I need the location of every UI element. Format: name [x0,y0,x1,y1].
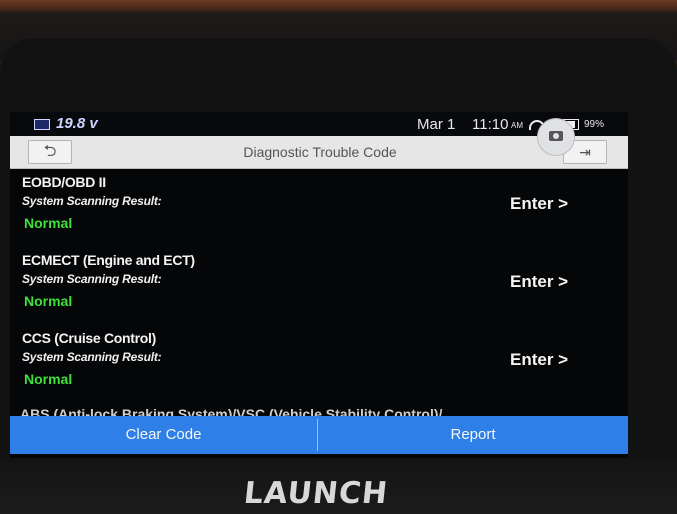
action-bar: Clear Code Report [10,416,628,454]
system-name: EOBD/OBD II [22,174,106,190]
scan-result-label: System Scanning Result: [22,194,162,208]
screenshot-camera-button[interactable] [537,118,575,156]
list-item: CCS (Cruise Control) System Scanning Res… [10,328,628,406]
scan-result-status: Normal [24,215,73,231]
enter-button[interactable]: Enter > [510,350,568,370]
exit-icon: ⇥ [579,144,591,160]
back-arrow-icon: ⮌ [43,143,57,160]
brand-logo: LAUNCH [242,476,390,511]
scan-result-status: Normal [24,371,73,387]
page-title: Diagnostic Trouble Code [243,144,397,160]
status-time: 11:10 [472,116,509,133]
enter-button[interactable]: Enter > [510,272,568,292]
title-bar: ⮌ Diagnostic Trouble Code ⇥ [10,136,628,169]
status-date: Mar 1 [417,116,456,133]
status-bar: 19.8 v Mar 1 11:10 AM 99% [10,112,628,136]
scan-result-status: Normal [24,293,73,309]
battery-percent: 99% [584,119,605,130]
system-name: ECMECT (Engine and ECT) [22,252,195,268]
report-button[interactable]: Report [318,416,628,454]
camera-icon [549,131,563,141]
tablet-screen: 19.8 v Mar 1 11:10 AM 99% ⮌ Diagnostic T… [10,112,628,458]
clear-code-button[interactable]: Clear Code [10,416,317,454]
back-button[interactable]: ⮌ [28,140,72,164]
list-item: EOBD/OBD II System Scanning Result: Norm… [10,172,628,250]
enter-button[interactable]: Enter > [510,194,568,214]
scan-result-label: System Scanning Result: [22,350,162,364]
system-list: EOBD/OBD II System Scanning Result: Norm… [10,168,628,428]
list-item: ECMECT (Engine and ECT) System Scanning … [10,250,628,328]
car-battery-icon [34,119,50,130]
system-name: CCS (Cruise Control) [22,330,157,346]
scan-result-label: System Scanning Result: [22,272,162,286]
status-ampm: AM [511,121,523,130]
battery-voltage: 19.8 v [56,115,98,132]
